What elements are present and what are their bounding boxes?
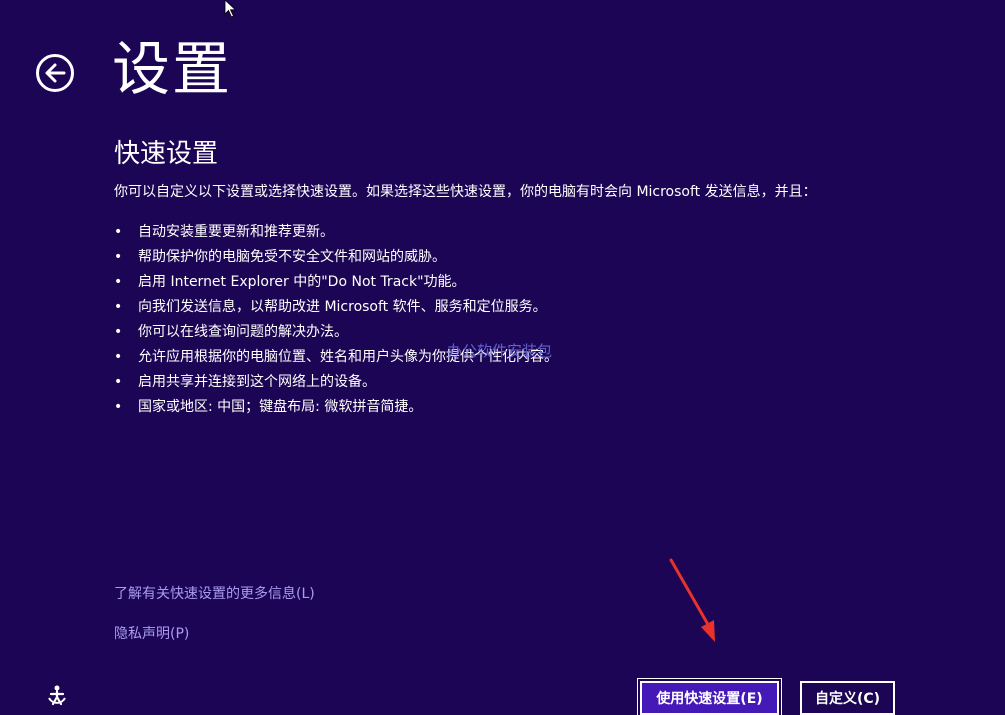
list-item: 国家或地区: 中国；键盘布局: 微软拼音简捷。 [114,397,558,422]
list-item: 启用 Internet Explorer 中的"Do Not Track"功能。 [114,272,558,297]
mouse-cursor-icon [224,0,237,18]
annotation-arrow-icon [669,558,715,642]
customize-button[interactable]: 自定义(C) [800,681,895,715]
more-info-link[interactable]: 了解有关快速设置的更多信息(L) [114,584,315,604]
feature-list: 自动安装重要更新和推荐更新。 帮助保护你的电脑免受不安全文件和网站的威胁。 启用… [114,222,558,422]
privacy-link[interactable]: 隐私声明(P) [114,624,189,644]
list-item: 帮助保护你的电脑免受不安全文件和网站的威胁。 [114,247,558,272]
back-arrow-icon [45,63,66,83]
list-item: 启用共享并连接到这个网络上的设备。 [114,372,558,397]
intro-text: 你可以自定义以下设置或选择快速设置。如果选择这些快速设置，你的电脑有时会向 Mi… [114,184,817,200]
section-title: 快速设置 [114,139,219,169]
ease-of-access-icon[interactable] [44,684,70,710]
list-item: 向我们发送信息，以帮助改进 Microsoft 软件、服务和定位服务。 [114,297,558,322]
watermark-text: 办公软件安装包 [447,342,553,360]
use-express-settings-button[interactable]: 使用快速设置(E) [637,678,782,715]
list-item: 自动安装重要更新和推荐更新。 [114,222,558,247]
page-title: 设置 [112,35,233,103]
back-button[interactable] [36,54,74,92]
